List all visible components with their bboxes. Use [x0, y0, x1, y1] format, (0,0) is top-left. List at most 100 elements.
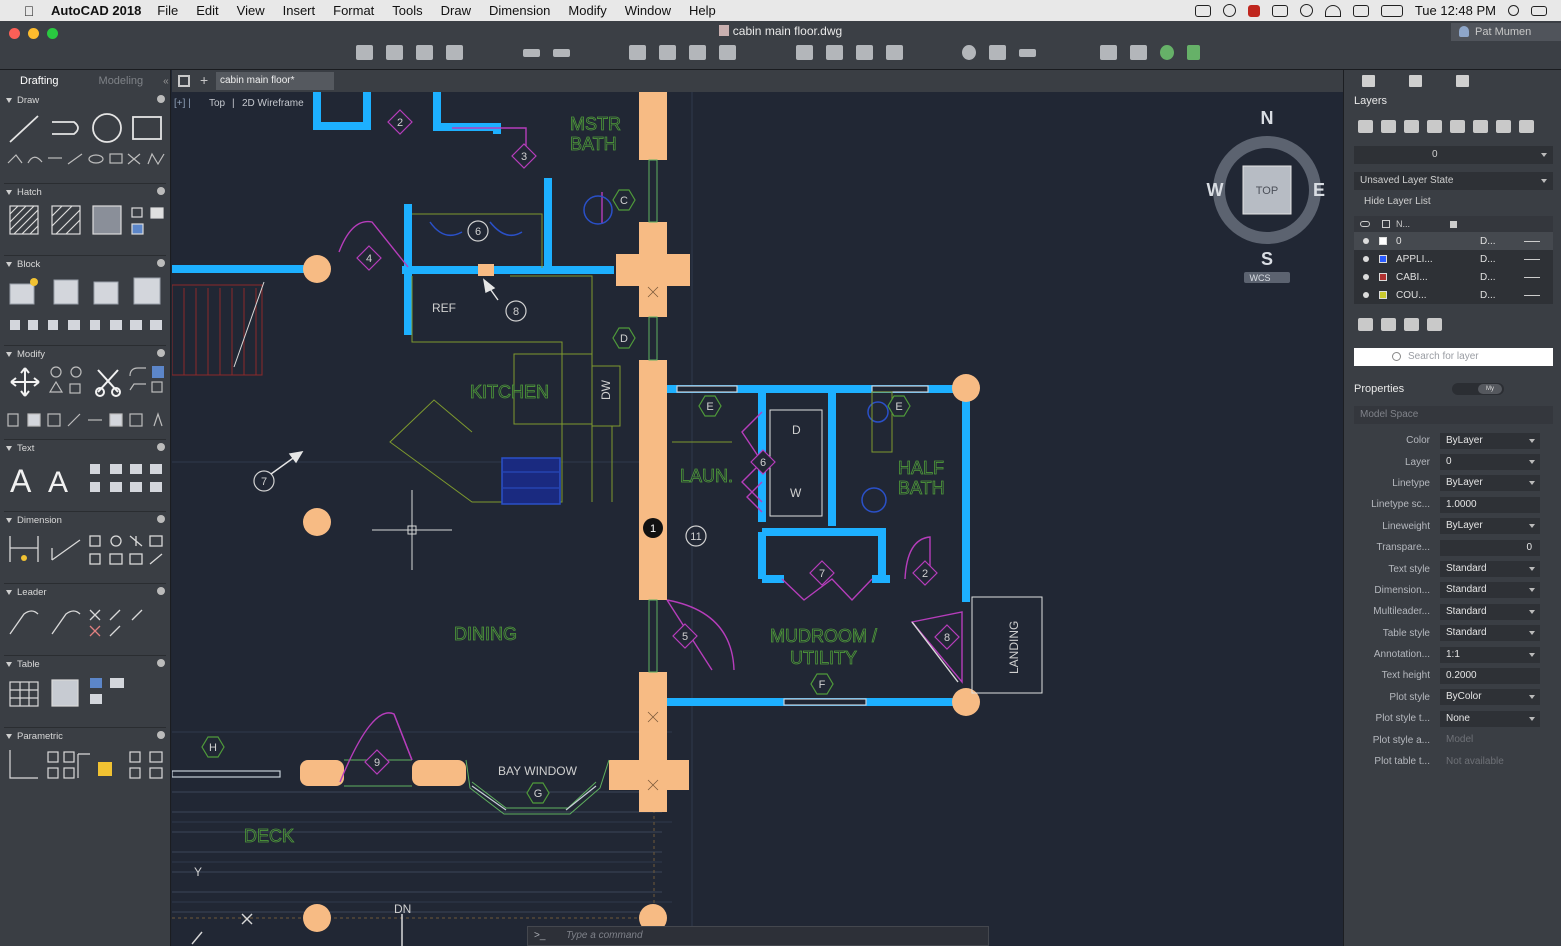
- visibility-icon[interactable]: [1363, 256, 1369, 262]
- prop-value[interactable]: Standard: [1440, 625, 1540, 642]
- prop-value[interactable]: Standard: [1440, 561, 1540, 578]
- leader-remove-icon[interactable]: [89, 625, 101, 637]
- boundary-tool-icon[interactable]: [92, 205, 122, 235]
- find-text-icon[interactable]: [130, 464, 142, 474]
- break-tool-icon[interactable]: [47, 413, 61, 427]
- layer-match-icon[interactable]: [1427, 120, 1442, 133]
- view-top-label[interactable]: Top: [209, 98, 226, 109]
- extract-data-icon[interactable]: [51, 679, 79, 707]
- visibility-icon[interactable]: [1363, 292, 1369, 298]
- remove-leader-icon[interactable]: [89, 609, 101, 621]
- menu-tools[interactable]: Tools: [392, 3, 422, 18]
- join-tool-icon[interactable]: [67, 413, 81, 427]
- pan-hand-icon[interactable]: [989, 45, 1006, 60]
- menu-dimension[interactable]: Dimension: [489, 3, 550, 18]
- insert-block-icon[interactable]: [9, 283, 35, 305]
- ray-tool-icon[interactable]: [67, 153, 83, 165]
- collect-leader-icon[interactable]: [131, 609, 143, 621]
- offset-tool-icon[interactable]: [151, 381, 163, 393]
- table-style-icon[interactable]: [90, 694, 102, 704]
- text-find-icon[interactable]: [110, 482, 122, 492]
- text-scale-icon[interactable]: [90, 482, 100, 492]
- chamfer-tool-icon[interactable]: [129, 383, 146, 391]
- blocks-palette-icon[interactable]: [1456, 75, 1469, 87]
- open-icon[interactable]: [386, 45, 403, 60]
- prop-value[interactable]: ByLayer: [1440, 475, 1540, 492]
- layer-state-dropdown[interactable]: Unsaved Layer State: [1354, 172, 1553, 190]
- dim-tolerance-icon[interactable]: [109, 553, 123, 565]
- constraint-coincident-icon[interactable]: [47, 751, 59, 763]
- layer-color-swatch[interactable]: [1379, 237, 1387, 245]
- cloud-icon[interactable]: [1194, 4, 1211, 17]
- layer-folder-icon[interactable]: [1404, 318, 1419, 331]
- redo-icon[interactable]: [553, 49, 570, 57]
- gear-icon[interactable]: [1299, 4, 1313, 17]
- gear-icon[interactable]: [157, 731, 165, 739]
- block-sm3-icon[interactable]: [48, 320, 58, 330]
- param-manager-icon[interactable]: [149, 767, 163, 779]
- compass-west[interactable]: W: [1207, 180, 1224, 200]
- lengthen-tool-icon[interactable]: [153, 412, 163, 427]
- block-editor-icon[interactable]: [1130, 45, 1147, 60]
- menu-file[interactable]: File: [157, 3, 178, 18]
- prop-value[interactable]: None: [1440, 710, 1540, 727]
- block-sm4-icon[interactable]: [68, 320, 80, 330]
- dim-center-icon[interactable]: [129, 553, 143, 565]
- line-tool-icon[interactable]: [9, 115, 39, 143]
- wipeout-tool-icon[interactable]: [150, 207, 164, 219]
- lock-icon[interactable]: [98, 762, 112, 776]
- collapse-chevron-icon[interactable]: «: [163, 76, 169, 87]
- table-hatch-icon[interactable]: [131, 223, 144, 235]
- layer-delete-icon[interactable]: [1381, 120, 1396, 133]
- grid-view-icon[interactable]: [178, 75, 190, 87]
- clock[interactable]: Tue 12:48 PM: [1415, 3, 1496, 18]
- layer-filter-icon[interactable]: [1358, 318, 1373, 331]
- layer-search-input[interactable]: Search for layer: [1354, 348, 1553, 366]
- prop-value[interactable]: 0: [1440, 454, 1540, 471]
- section-header[interactable]: Dimension: [0, 512, 170, 528]
- align-leader-icon[interactable]: [109, 609, 121, 621]
- gear-icon[interactable]: [157, 587, 165, 595]
- visibility-icon[interactable]: [1363, 274, 1369, 280]
- layer-row[interactable]: CABI... D...: [1354, 268, 1553, 286]
- text-align-icon[interactable]: [150, 464, 162, 474]
- match-properties-icon[interactable]: [1100, 45, 1117, 60]
- explode-tool-icon[interactable]: [27, 413, 41, 427]
- prop-value[interactable]: 0: [1440, 539, 1540, 556]
- command-input[interactable]: Type a command: [566, 930, 643, 941]
- layers-palette-icon[interactable]: [1362, 75, 1375, 87]
- show-constraint-icon[interactable]: [129, 751, 141, 763]
- save-as-icon[interactable]: [446, 45, 463, 60]
- multileader-icon[interactable]: [9, 610, 39, 635]
- align-tool-icon[interactable]: [129, 413, 143, 427]
- menu-window[interactable]: Window: [625, 3, 671, 18]
- share-icon[interactable]: [1187, 45, 1200, 60]
- prop-value[interactable]: ByLayer: [1440, 518, 1540, 535]
- text-style-icon[interactable]: [90, 464, 100, 474]
- constraint-perp-icon[interactable]: [63, 751, 75, 763]
- hide-layer-list-toggle[interactable]: Hide Layer List: [1344, 190, 1561, 212]
- layer-freeze-icon[interactable]: [1496, 120, 1511, 133]
- app-status-icon[interactable]: [1247, 4, 1260, 17]
- command-line[interactable]: >_ Type a command: [527, 926, 989, 946]
- floor-plan[interactable]: [+] | Top | 2D Wireframe MSTR BATH KITCH…: [172, 92, 1343, 946]
- stretch-tool-icon[interactable]: [7, 413, 19, 427]
- gradient-tool-icon[interactable]: [51, 205, 81, 235]
- menu-format[interactable]: Format: [333, 3, 374, 18]
- plot-column-icon[interactable]: [1382, 220, 1390, 228]
- add-leader-icon[interactable]: [51, 610, 81, 635]
- gear-icon[interactable]: [157, 515, 165, 523]
- image-icon[interactable]: [886, 45, 903, 60]
- section-header[interactable]: Modify: [0, 346, 170, 362]
- lock-icon[interactable]: [1450, 220, 1458, 228]
- wifi-icon[interactable]: [1324, 4, 1341, 17]
- tab-drafting[interactable]: Drafting: [0, 75, 79, 87]
- layer-color-swatch[interactable]: [1379, 273, 1387, 281]
- layout-icon[interactable]: [796, 45, 813, 60]
- prop-value[interactable]: 1:1: [1440, 646, 1540, 663]
- folder-icon[interactable]: [856, 45, 873, 60]
- batch-plot-icon[interactable]: [659, 45, 676, 60]
- layer-isolate-icon[interactable]: [1473, 120, 1488, 133]
- zoom-icon[interactable]: [962, 45, 976, 60]
- prop-value[interactable]: Standard: [1440, 582, 1540, 599]
